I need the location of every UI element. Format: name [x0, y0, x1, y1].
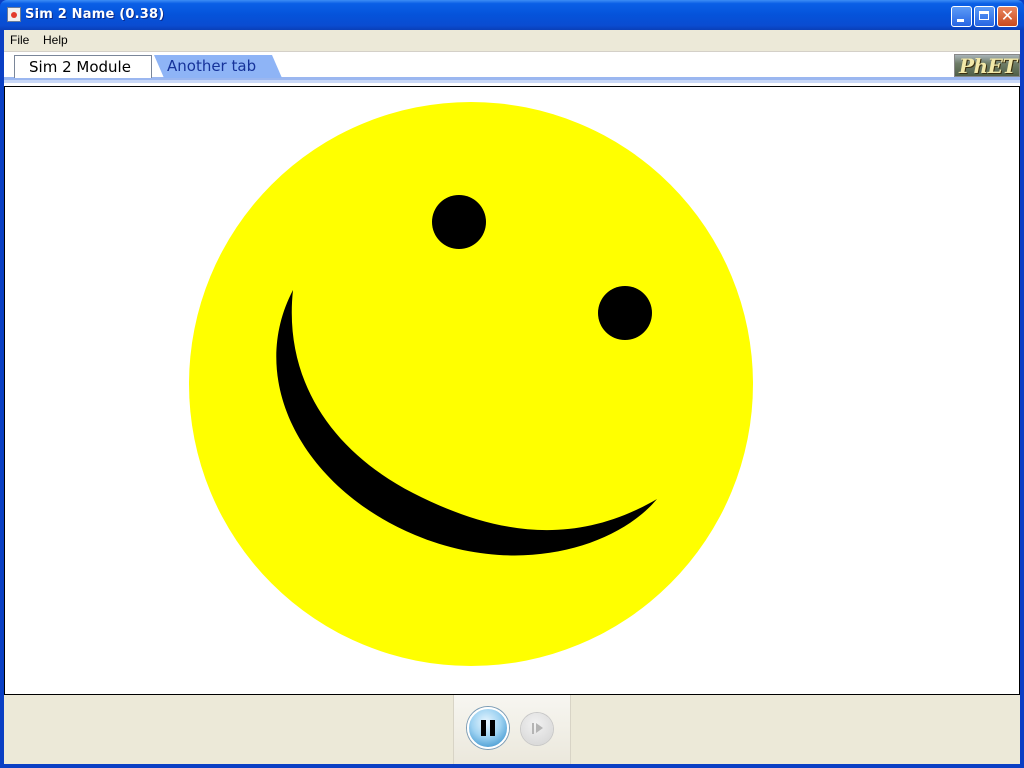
- tab-strip-underline: [4, 80, 1020, 83]
- phet-logo[interactable]: PhET: [954, 54, 1020, 78]
- tab-strip: Another tab Sim 2 Module PhET: [4, 52, 1020, 86]
- control-panel: [4, 695, 1020, 764]
- clock-control-panel: [453, 695, 571, 764]
- tab-strip-border: [4, 77, 1020, 80]
- right-eye: [598, 286, 652, 340]
- maximize-button[interactable]: [974, 6, 995, 27]
- pause-button[interactable]: [467, 707, 509, 749]
- smiley-face[interactable]: [189, 102, 753, 666]
- close-icon: ✕: [1000, 6, 1015, 25]
- smiley-drawing: [189, 102, 753, 666]
- minimize-button[interactable]: [951, 6, 972, 27]
- close-button[interactable]: ✕: [997, 6, 1018, 27]
- maximize-icon: [979, 11, 989, 20]
- step-button[interactable]: [521, 713, 553, 745]
- menu-bar: File Help: [4, 30, 1020, 52]
- menu-file[interactable]: File: [10, 33, 29, 47]
- client-area: File Help Another tab Sim 2 Module PhET: [4, 30, 1020, 764]
- tab-sim-2-module[interactable]: Sim 2 Module: [14, 55, 152, 78]
- pause-icon: [481, 720, 486, 736]
- phet-logo-text: PhET: [959, 54, 1017, 78]
- sim-canvas[interactable]: [4, 86, 1020, 695]
- step-icon-arrow: [536, 723, 543, 733]
- app-window: Sim 2 Name (0.38) ✕ File Help Another ta…: [0, 0, 1024, 768]
- title-bar[interactable]: Sim 2 Name (0.38) ✕: [0, 0, 1024, 30]
- menu-help[interactable]: Help: [43, 33, 68, 47]
- pause-icon-bar: [490, 720, 495, 736]
- step-icon: [532, 723, 534, 734]
- java-app-icon[interactable]: [7, 7, 21, 22]
- left-eye: [432, 195, 486, 249]
- window-title: Sim 2 Name (0.38): [25, 7, 165, 22]
- minimize-icon: [957, 19, 964, 22]
- tab-another-tab[interactable]: Another tab: [154, 55, 282, 78]
